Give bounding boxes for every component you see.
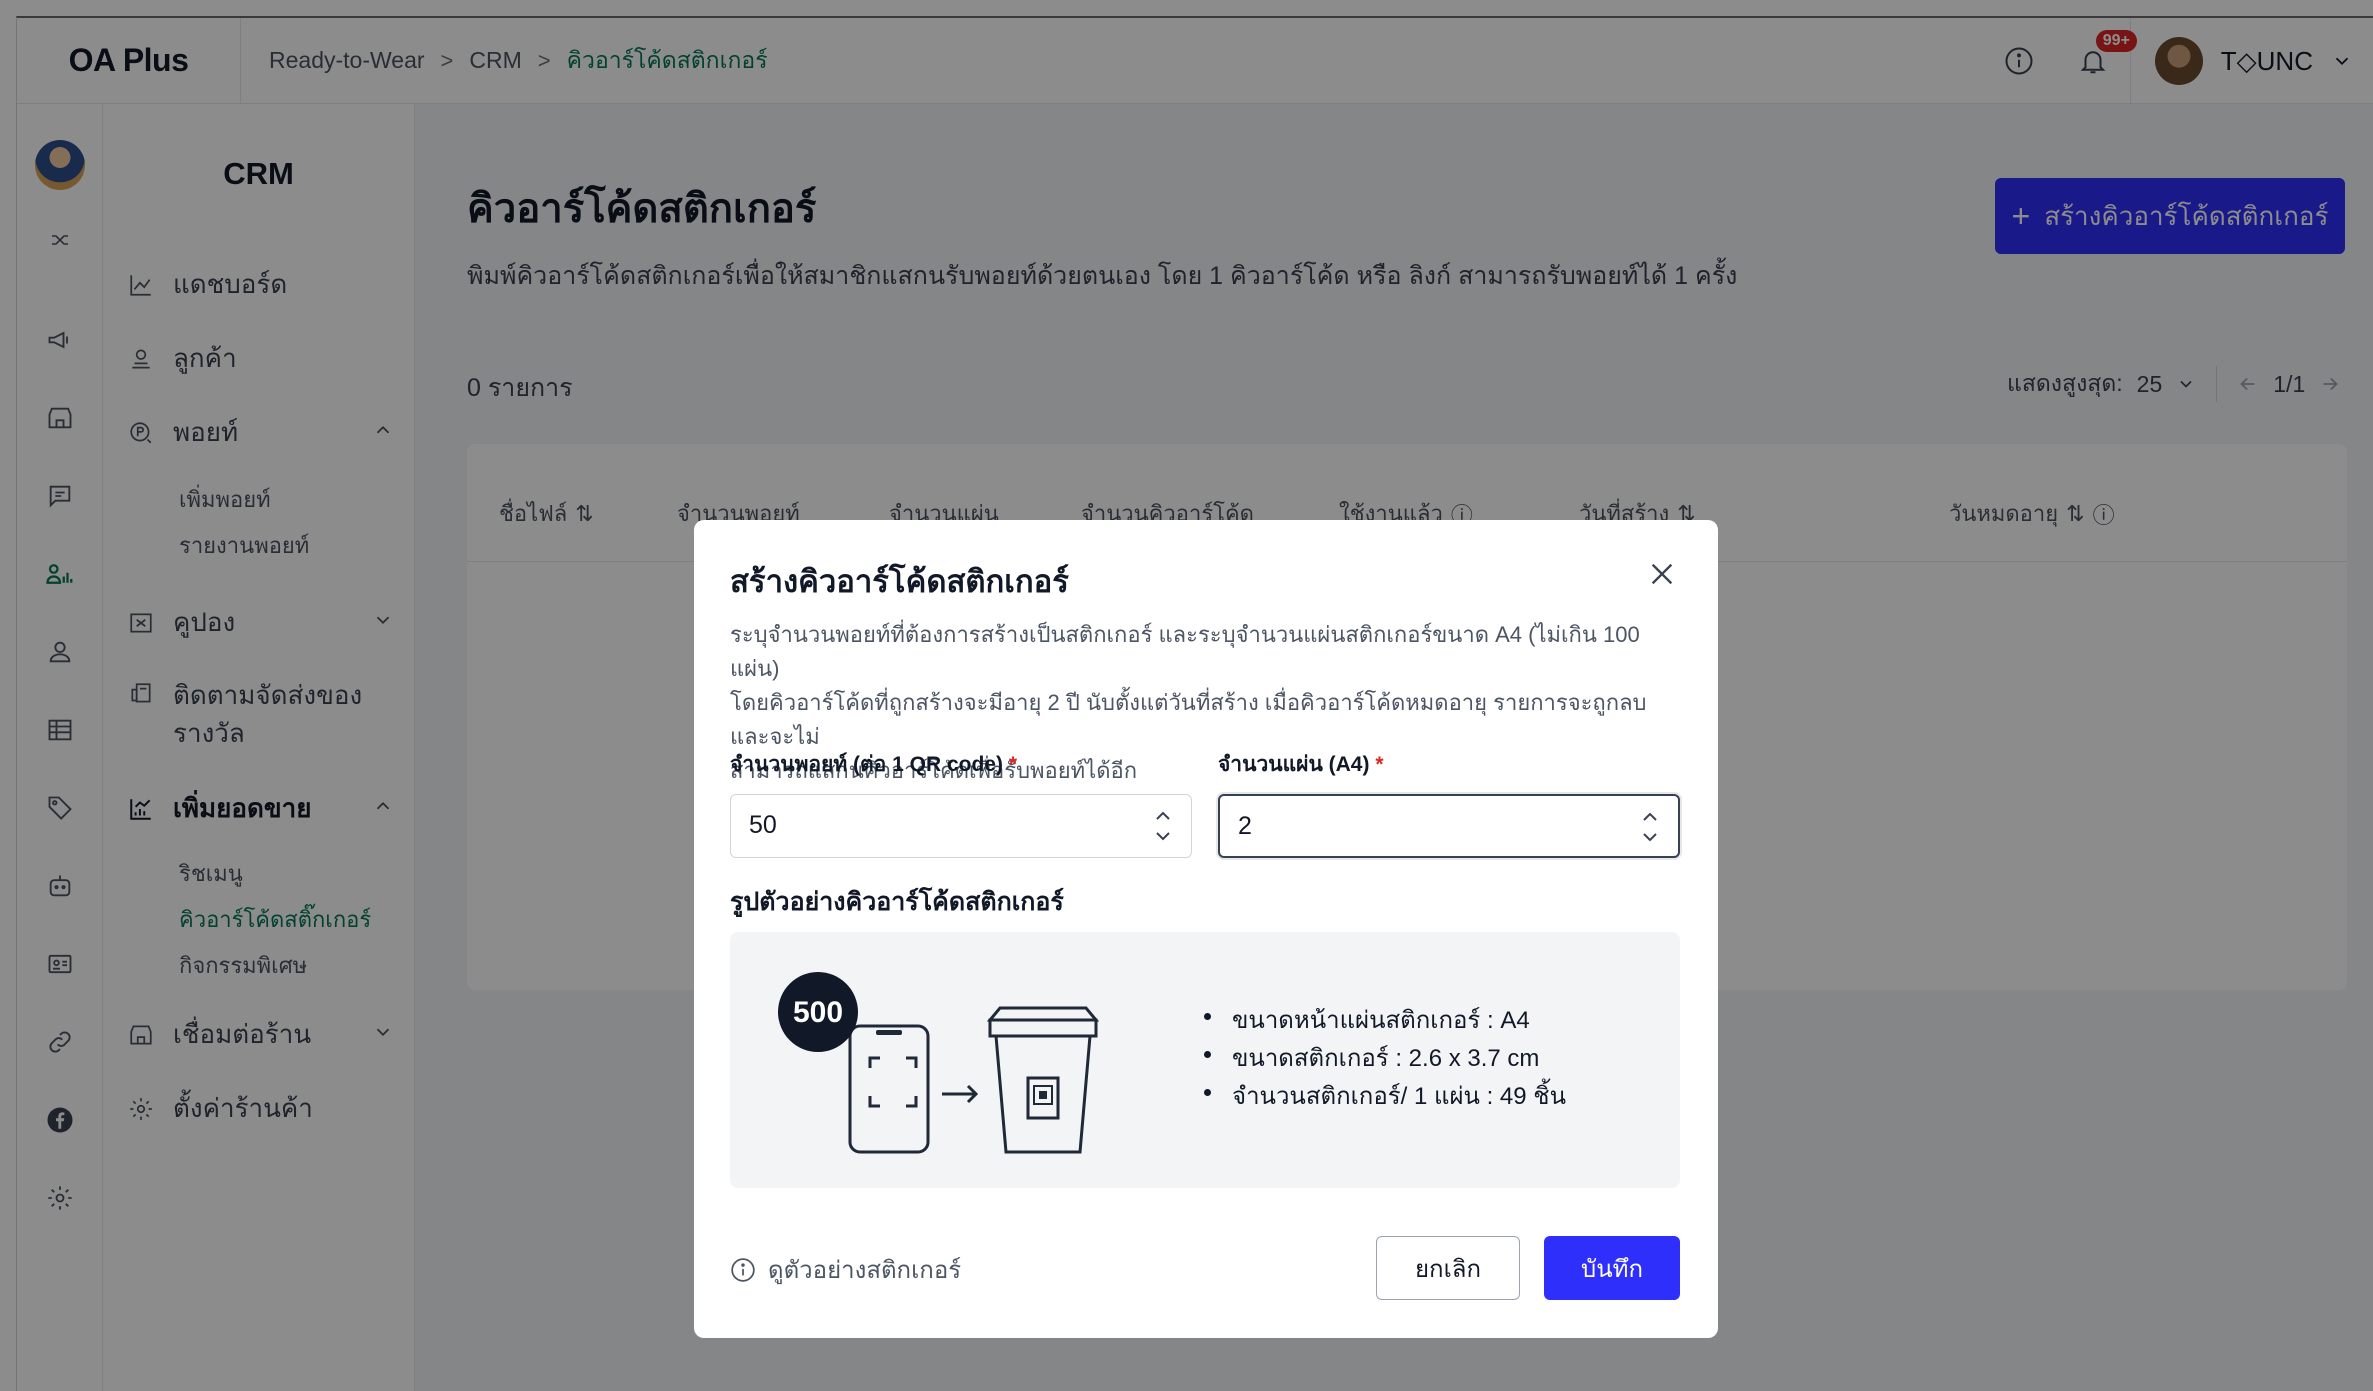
- link-label: ดูตัวอย่างสติกเกอร์: [768, 1257, 962, 1284]
- sheets-input[interactable]: 2: [1218, 794, 1680, 858]
- save-button[interactable]: บันทึก: [1544, 1236, 1680, 1300]
- description-line: ระบุจำนวนพอยท์ที่ต้องการสร้างเป็นสติกเกอ…: [730, 622, 1640, 681]
- description-line: โดยคิวอาร์โค้ดที่ถูกสร้างจะมีอายุ 2 ปี น…: [730, 690, 1647, 749]
- close-icon: [1651, 563, 1673, 585]
- cancel-button[interactable]: ยกเลิก: [1376, 1236, 1520, 1300]
- sheets-field-label: จำนวนแผ่น (A4) *: [1218, 748, 1384, 781]
- points-input[interactable]: 50: [730, 794, 1192, 858]
- spec-item: ขนาดสติกเกอร์ : 2.6 x 3.7 cm: [1198, 1038, 1566, 1076]
- preview-sticker-link[interactable]: ดูตัวอย่างสติกเกอร์: [730, 1250, 961, 1289]
- spec-item: ขนาดหน้าแผ่นสติกเกอร์ : A4: [1198, 1000, 1566, 1038]
- sticker-spec-list: ขนาดหน้าแผ่นสติกเกอร์ : A4 ขนาดสติกเกอร์…: [1198, 1000, 1566, 1114]
- label-text: จำนวนพอยท์ (ต่อ 1 QR code): [730, 753, 1003, 776]
- close-button[interactable]: [1646, 558, 1678, 590]
- stepper-icon[interactable]: [1640, 804, 1660, 850]
- input-value: 2: [1238, 812, 1252, 840]
- spec-item: จำนวนสติกเกอร์/ 1 แผ่น : 49 ชิ้น: [1198, 1076, 1566, 1114]
- input-value: 50: [749, 811, 777, 839]
- dialog-title: สร้างคิวอาร์โค้ดสติกเกอร์: [730, 564, 1069, 599]
- create-qr-sticker-dialog: สร้างคิวอาร์โค้ดสติกเกอร์ ระบุจำนวนพอยท์…: [694, 520, 1718, 1338]
- required-mark: *: [1375, 753, 1384, 776]
- stepper-icon[interactable]: [1153, 803, 1173, 849]
- points-field-label: จำนวนพอยท์ (ต่อ 1 QR code) *: [730, 748, 1017, 781]
- label-text: จำนวนแผ่น (A4): [1218, 753, 1370, 776]
- example-points-badge: 500: [793, 996, 843, 1029]
- info-icon: [731, 1257, 755, 1282]
- example-title: รูปตัวอย่างคิวอาร์โค้ดสติกเกอร์: [730, 888, 1064, 916]
- sticker-illustration: 500: [778, 972, 1100, 1154]
- required-mark: *: [1008, 753, 1018, 776]
- example-preview: 500 ขนาดหน้าแผ่นสติกเกอร์ : A4 ขนาดสติกเ…: [730, 932, 1680, 1188]
